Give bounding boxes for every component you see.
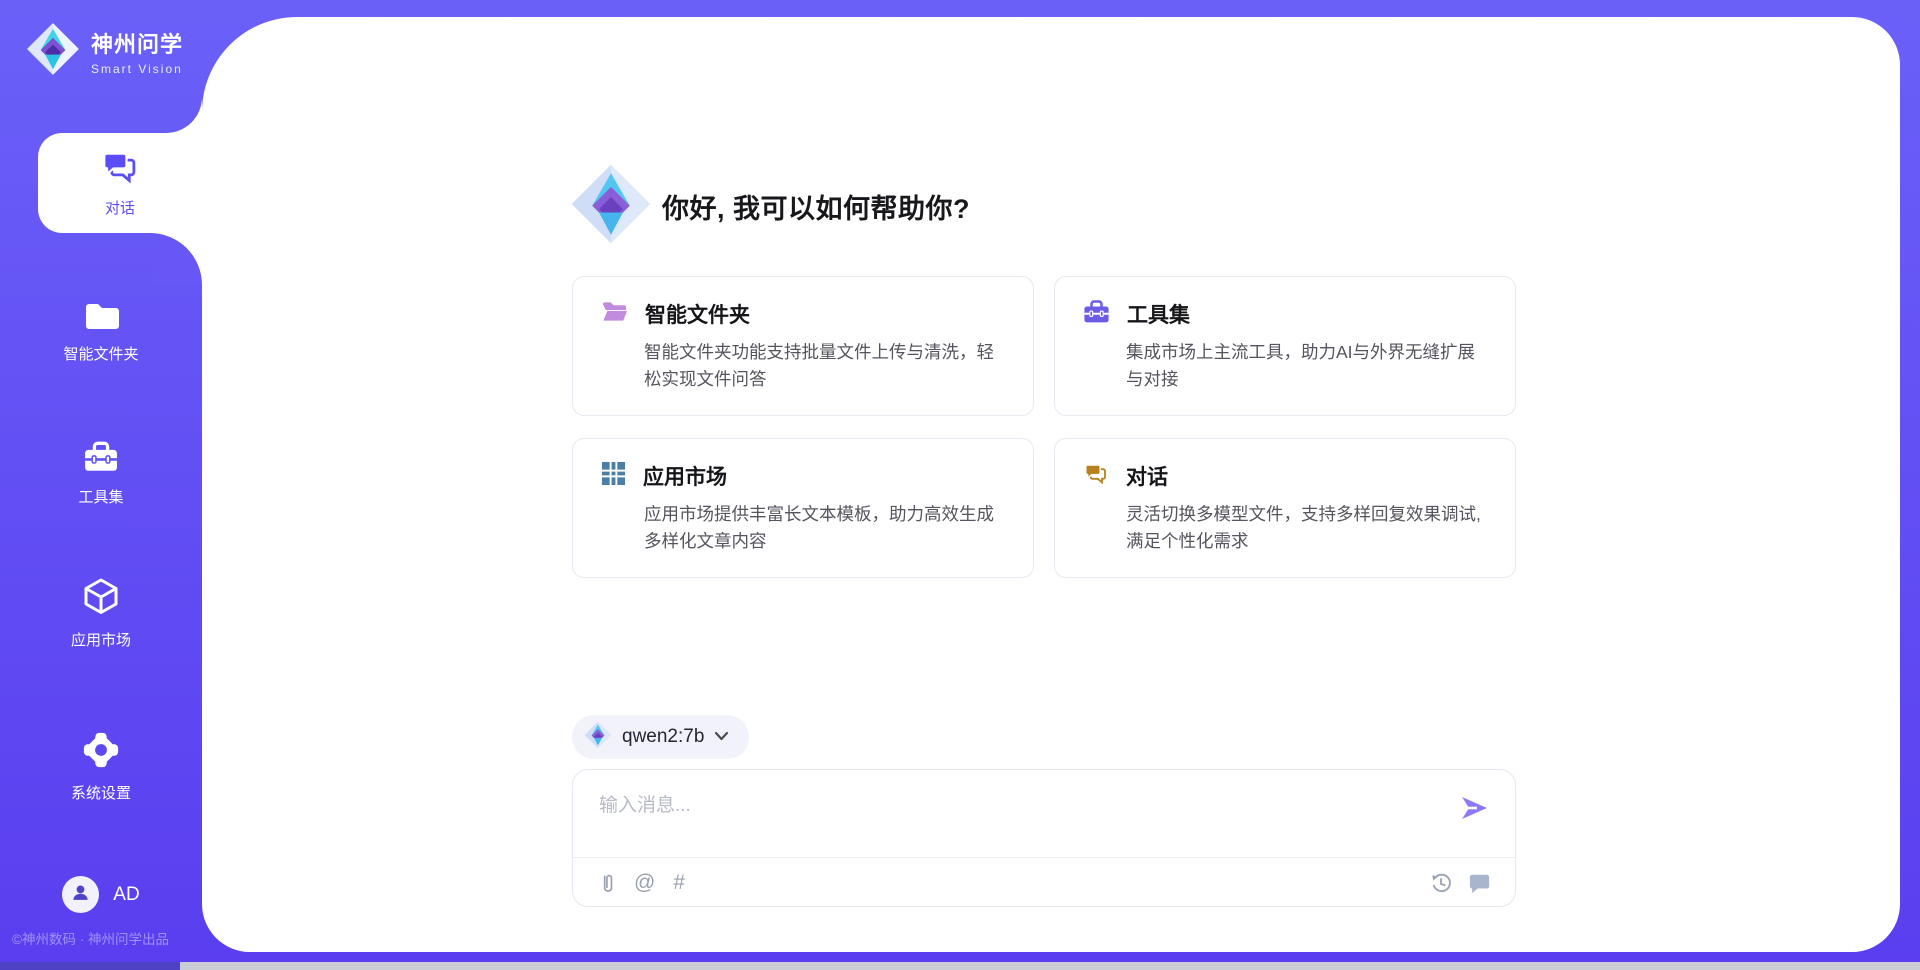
brand-logo: 神州问学 Smart Vision [26, 22, 183, 81]
greeting-title: 你好, 我可以如何帮助你? [662, 187, 970, 226]
card-app-market[interactable]: 应用市场 应用市场提供丰富长文本模板，助力高效生成多样化文章内容 [572, 438, 1034, 578]
brand-name: 神州问学 [91, 27, 183, 59]
composer-right-tools [1430, 872, 1491, 894]
message-input[interactable] [599, 786, 1439, 826]
gear-icon [82, 756, 120, 773]
sidebar-item-label: 对话 [105, 197, 135, 218]
sidebar-item-label: 工具集 [0, 486, 202, 507]
sidebar-footer: ©神州数码 · 神州问学出品 [12, 928, 202, 948]
sidebar-item-toolset[interactable]: 工具集 [0, 440, 202, 507]
person-icon [70, 882, 91, 908]
sidebar-item-smart-folder[interactable]: 智能文件夹 [0, 300, 202, 364]
card-desc: 应用市场提供丰富长文本模板，助力高效生成多样化文章内容 [644, 501, 1007, 555]
card-title: 应用市场 [643, 461, 727, 491]
model-selector[interactable]: qwen2:7b [572, 715, 749, 759]
card-chat[interactable]: 对话 灵活切换多模型文件，支持多样回复效果调试,满足个性化需求 [1054, 438, 1516, 578]
tab-flare-top [166, 97, 202, 133]
composer-left-tools: @ # [599, 871, 685, 895]
folder-icon [83, 317, 119, 334]
bottom-edge-strip [0, 962, 1920, 970]
cube-icon [81, 603, 121, 620]
paperclip-icon[interactable] [599, 872, 616, 895]
chat-icon [1083, 462, 1109, 491]
chat-icon [100, 149, 140, 191]
sidebar-item-settings[interactable]: 系统设置 [0, 731, 202, 803]
comment-icon[interactable] [1468, 872, 1491, 894]
tab-flare-bottom [150, 233, 202, 285]
greeting-row: 你好, 我可以如何帮助你? [570, 163, 970, 250]
main-panel: 你好, 我可以如何帮助你? 智能文件夹 智能文件夹功能支持批量文件上传与清洗，轻… [202, 17, 1900, 952]
grid-icon [601, 461, 626, 491]
model-name: qwen2:7b [622, 726, 704, 748]
sidebar-item-label: 智能文件夹 [0, 343, 202, 364]
toolbox-icon [83, 460, 119, 477]
chevron-down-icon [714, 728, 729, 746]
brand-diamond-icon [570, 163, 652, 250]
send-icon[interactable] [1459, 794, 1489, 822]
toolbox-icon [1083, 299, 1110, 329]
card-desc: 智能文件夹功能支持批量文件上传与清洗，轻松实现文件问答 [644, 339, 1007, 393]
hash-icon[interactable]: # [673, 871, 685, 895]
sidebar-item-chat[interactable]: 对话 [38, 133, 202, 233]
app-root: { "brand": { "name": "神州问学", "subtitle":… [0, 0, 1920, 970]
brand-diamond-icon [584, 721, 612, 754]
composer-divider [573, 857, 1515, 858]
card-title: 对话 [1126, 461, 1168, 491]
card-toolset[interactable]: 工具集 集成市场上主流工具，助力AI与外界无缝扩展与对接 [1054, 276, 1516, 416]
bottom-edge-strip-left [0, 962, 180, 970]
composer: @ # [572, 769, 1516, 907]
folder-open-icon [601, 300, 628, 329]
sidebar-item-app-market[interactable]: 应用市场 [0, 576, 202, 650]
feature-cards: 智能文件夹 智能文件夹功能支持批量文件上传与清洗，轻松实现文件问答 工具集 集成… [572, 276, 1516, 578]
user-initials: AD [113, 884, 139, 906]
at-icon[interactable]: @ [634, 871, 655, 895]
card-desc: 集成市场上主流工具，助力AI与外界无缝扩展与对接 [1126, 339, 1489, 393]
user-profile[interactable]: AD [0, 876, 202, 913]
history-icon[interactable] [1430, 872, 1452, 894]
brand-diamond-icon [26, 22, 80, 81]
brand-subtitle: Smart Vision [91, 62, 183, 76]
sidebar-item-label: 应用市场 [0, 629, 202, 650]
card-title: 工具集 [1127, 299, 1190, 329]
avatar [62, 876, 99, 913]
sidebar-item-label: 系统设置 [0, 782, 202, 803]
card-smart-folder[interactable]: 智能文件夹 智能文件夹功能支持批量文件上传与清洗，轻松实现文件问答 [572, 276, 1034, 416]
card-desc: 灵活切换多模型文件，支持多样回复效果调试,满足个性化需求 [1126, 501, 1489, 555]
card-title: 智能文件夹 [645, 299, 750, 329]
